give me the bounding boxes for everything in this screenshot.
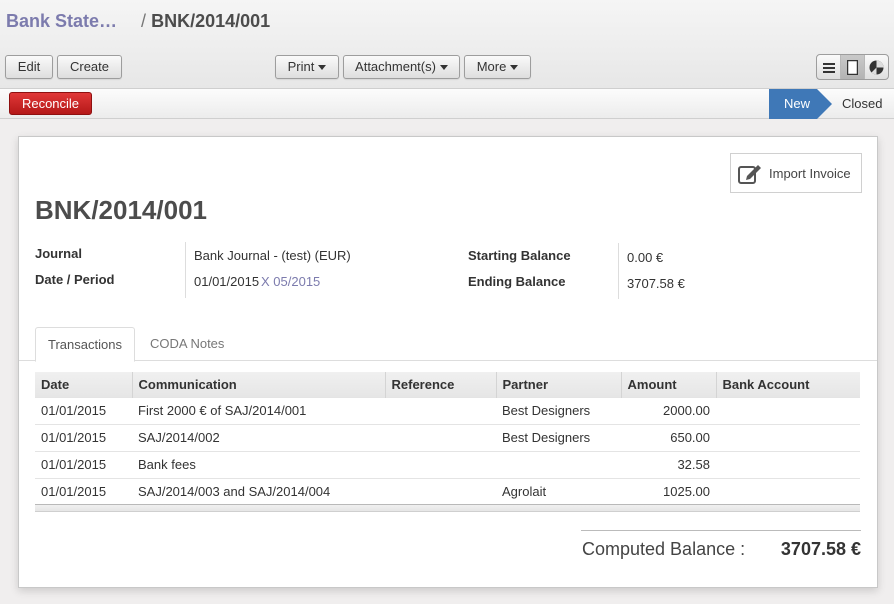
caret-down-icon: [439, 65, 448, 71]
status-bar: Reconcile New Closed: [0, 89, 894, 119]
breadcrumb-separator: /: [141, 11, 147, 31]
starting-balance-value: 0.00 €: [627, 250, 664, 265]
create-button[interactable]: Create: [57, 55, 122, 79]
column-header-partner[interactable]: Partner: [495, 372, 621, 397]
computed-balance: Computed Balance : 3707.58 €: [581, 530, 861, 560]
journal-label: Journal: [35, 246, 82, 261]
view-switcher: [816, 54, 889, 80]
period-link[interactable]: X 05/2015: [261, 274, 320, 289]
date-value: 01/01/2015: [194, 274, 260, 289]
reconcile-button[interactable]: Reconcile: [9, 92, 92, 115]
breadcrumb: Bank State… / BNK/2014/001: [6, 11, 270, 32]
cell-date: 01/01/2015: [35, 450, 132, 478]
form-icon: [847, 59, 858, 75]
date-period-label: Date / Period: [35, 272, 115, 287]
cell-partner: Best Designers: [496, 396, 621, 424]
cell-reference: [385, 477, 496, 505]
edit-button-label: Edit: [17, 59, 41, 74]
table-row[interactable]: 01/01/2015 Bank fees 32.58: [35, 450, 860, 478]
cell-partner: [496, 450, 621, 478]
journal-value: Bank Journal - (test) (EUR): [194, 248, 351, 263]
cell-date: 01/01/2015: [35, 477, 132, 505]
cell-partner: Agrolait: [496, 477, 621, 505]
tab-coda-notes[interactable]: CODA Notes: [138, 327, 236, 361]
print-label: Print: [287, 59, 315, 74]
attachments-dropdown[interactable]: Attachment(s): [343, 55, 460, 79]
caret-down-icon: [510, 65, 519, 71]
cell-communication: Bank fees: [132, 450, 385, 478]
cell-bank-account: [716, 423, 860, 451]
cell-reference: [385, 450, 496, 478]
ending-balance-value: 3707.58 €: [627, 276, 685, 291]
graph-view-button[interactable]: [865, 55, 888, 79]
reconcile-label: Reconcile: [21, 96, 80, 111]
cell-bank-account: [716, 477, 860, 505]
cell-bank-account: [716, 450, 860, 478]
list-view-button[interactable]: [817, 55, 841, 79]
cell-date: 01/01/2015: [35, 396, 132, 424]
cell-reference: [385, 423, 496, 451]
import-invoice-label: Import Invoice: [769, 165, 851, 181]
field-divider: [185, 242, 186, 298]
print-dropdown[interactable]: Print: [275, 55, 339, 79]
column-header-amount[interactable]: Amount: [620, 372, 716, 397]
ending-balance-label: Ending Balance: [468, 274, 566, 289]
more-label: More: [476, 59, 507, 74]
status-new-label: New: [784, 96, 811, 111]
import-invoice-button[interactable]: Import Invoice: [730, 153, 862, 193]
control-panel: Bank State… / BNK/2014/001 Edit Create Pr…: [0, 0, 894, 89]
notebook-tabs: Transactions CODA Notes: [19, 327, 877, 362]
cell-reference: [385, 396, 496, 424]
graph-icon: [869, 60, 884, 75]
table-header-row: Date Communication Reference Partner Amo…: [35, 372, 860, 397]
table-row[interactable]: 01/01/2015 First 2000 € of SAJ/2014/001 …: [35, 396, 860, 424]
breadcrumb-parent-link[interactable]: Bank State…: [6, 11, 117, 31]
form-view-button[interactable]: [841, 55, 865, 79]
tab-coda-notes-label: CODA Notes: [150, 336, 225, 351]
cell-communication: SAJ/2014/003 and SAJ/2014/004: [132, 477, 385, 505]
cell-bank-account: [716, 396, 860, 424]
cell-amount: 32.58: [621, 450, 716, 478]
breadcrumb-current: BNK/2014/001: [151, 11, 271, 31]
field-divider: [618, 243, 619, 299]
create-button-label: Create: [69, 59, 110, 74]
status-new[interactable]: New: [769, 89, 833, 119]
computed-balance-label: Computed Balance :: [582, 539, 746, 559]
more-dropdown[interactable]: More: [464, 55, 531, 79]
caret-down-icon: [318, 65, 327, 71]
table-row[interactable]: 01/01/2015 SAJ/2014/002 Best Designers 6…: [35, 423, 860, 451]
attachments-label: Attachment(s): [355, 59, 436, 74]
cell-communication: SAJ/2014/002: [132, 423, 385, 451]
column-header-reference[interactable]: Reference: [384, 372, 496, 397]
tab-transactions-label: Transactions: [48, 337, 122, 352]
starting-balance-label: Starting Balance: [468, 248, 571, 263]
form-sheet: Import Invoice BNK/2014/001 Journal Bank…: [18, 136, 878, 588]
cell-communication: First 2000 € of SAJ/2014/001: [132, 396, 385, 424]
column-header-communication[interactable]: Communication: [131, 372, 385, 397]
cell-amount: 1025.00: [621, 477, 716, 505]
cell-amount: 650.00: [621, 423, 716, 451]
tab-transactions[interactable]: Transactions: [35, 327, 135, 362]
edit-button[interactable]: Edit: [5, 55, 53, 79]
column-header-date[interactable]: Date: [35, 372, 132, 397]
status-closed[interactable]: Closed: [842, 96, 882, 111]
document-title: BNK/2014/001: [35, 195, 207, 225]
cell-date: 01/01/2015: [35, 423, 132, 451]
computed-balance-value: 3707.58 €: [780, 539, 861, 559]
transactions-table: Date Communication Reference Partner Amo…: [35, 372, 860, 505]
list-icon: [822, 62, 835, 73]
cell-amount: 2000.00: [621, 396, 716, 424]
column-header-bank-account[interactable]: Bank Account: [715, 372, 860, 397]
table-row[interactable]: 01/01/2015 SAJ/2014/003 and SAJ/2014/004…: [35, 477, 860, 505]
edit-pencil-icon: [738, 165, 761, 184]
cell-partner: Best Designers: [496, 423, 621, 451]
table-footer: [35, 504, 860, 512]
